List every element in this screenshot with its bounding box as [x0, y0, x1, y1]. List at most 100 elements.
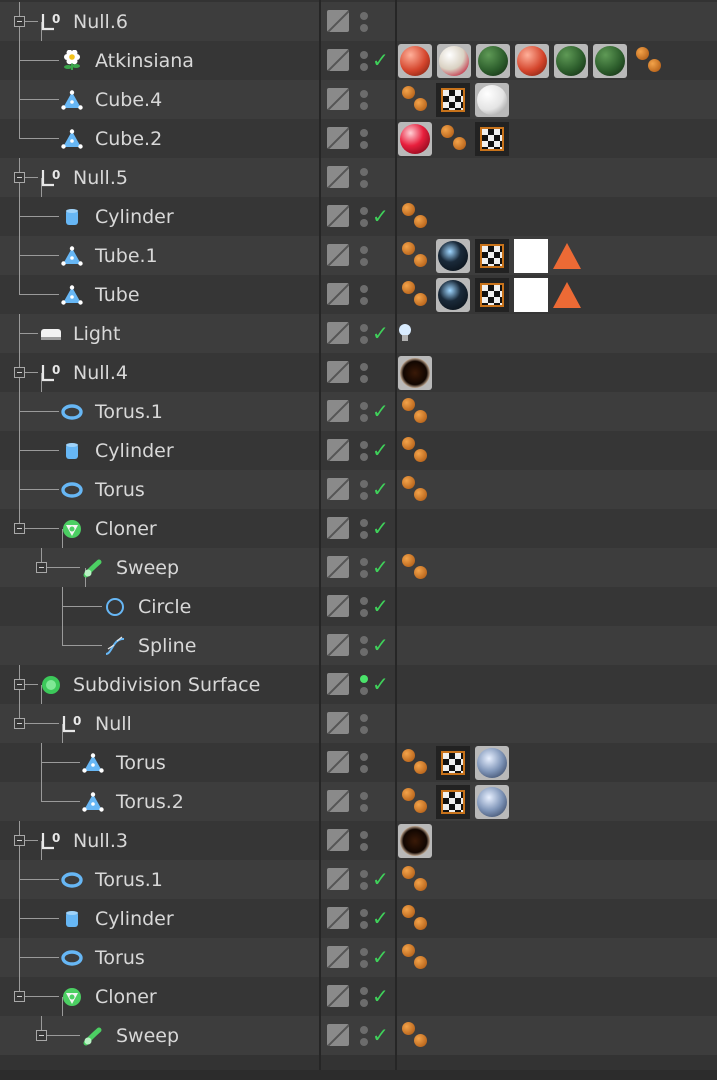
enabled-check-icon[interactable]: ✓: [372, 593, 389, 619]
editor-visibility-dot[interactable]: [360, 987, 368, 995]
enabled-check-icon[interactable]: ✓: [372, 320, 389, 346]
editor-visibility-dot[interactable]: [360, 753, 368, 761]
object-row[interactable]: 0 Null.5: [0, 158, 717, 197]
object-row[interactable]: Spline ✓: [0, 626, 717, 665]
render-visibility-dot[interactable]: [360, 687, 368, 695]
object-name[interactable]: Cylinder: [95, 908, 174, 930]
object-row[interactable]: Subdivision Surface ✓: [0, 665, 717, 704]
render-visibility-dot[interactable]: [360, 843, 368, 851]
object-name-cell[interactable]: 0 Null: [0, 704, 319, 743]
layer-icon[interactable]: [327, 868, 349, 890]
layer-icon[interactable]: [327, 166, 349, 188]
object-row[interactable]: Light ✓: [0, 314, 717, 353]
render-visibility-dot[interactable]: [360, 804, 368, 812]
layer-icon[interactable]: [327, 88, 349, 110]
object-name-cell[interactable]: Torus: [0, 938, 319, 977]
light-bulb-tag[interactable]: [398, 322, 412, 346]
white-material[interactable]: [514, 239, 548, 273]
editor-visibility-dot[interactable]: [360, 1026, 368, 1034]
render-visibility-dot[interactable]: [360, 492, 368, 500]
object-name-cell[interactable]: 0 Null.3: [0, 821, 319, 860]
object-name-cell[interactable]: Circle: [0, 587, 319, 626]
editor-visibility-dot[interactable]: [360, 285, 368, 293]
layer-icon[interactable]: [327, 712, 349, 734]
enabled-check-icon[interactable]: ✓: [372, 671, 389, 697]
object-row[interactable]: Torus.2: [0, 782, 717, 821]
triangle-tag[interactable]: [553, 243, 581, 269]
material-glossy-red-ball[interactable]: [398, 122, 432, 156]
collapse-toggle[interactable]: [14, 835, 25, 846]
material-white-ball[interactable]: [475, 83, 509, 117]
render-visibility-dot[interactable]: [360, 336, 368, 344]
object-name-cell[interactable]: 0 Null.5: [0, 158, 319, 197]
object-name[interactable]: Cube.4: [95, 89, 162, 111]
render-visibility-dot[interactable]: [360, 375, 368, 383]
collapse-toggle[interactable]: [36, 1030, 47, 1041]
checker-material[interactable]: [475, 239, 509, 273]
editor-visibility-dot[interactable]: [360, 168, 368, 176]
layer-icon[interactable]: [327, 556, 349, 578]
collapse-toggle[interactable]: [14, 523, 25, 534]
object-row[interactable]: Torus.1 ✓: [0, 392, 717, 431]
texture-tag[interactable]: [398, 278, 432, 312]
material-cream-ball[interactable]: [437, 44, 471, 78]
editor-visibility-dot[interactable]: [360, 597, 368, 605]
texture-tag[interactable]: [437, 122, 471, 156]
object-row[interactable]: Atkinsiana ✓: [0, 41, 717, 80]
object-row[interactable]: Torus ✓: [0, 470, 717, 509]
collapse-toggle[interactable]: [14, 16, 25, 27]
column-divider[interactable]: [395, 0, 397, 1080]
object-name[interactable]: Null.5: [73, 167, 128, 189]
column-divider[interactable]: [319, 0, 321, 1080]
texture-tag[interactable]: [398, 473, 432, 507]
editor-visibility-dot[interactable]: [360, 870, 368, 878]
texture-tag[interactable]: [398, 746, 432, 780]
material-dark-ball[interactable]: [436, 239, 470, 273]
texture-tag[interactable]: [398, 785, 432, 819]
collapse-toggle[interactable]: [14, 679, 25, 690]
object-row[interactable]: 0 Null.4: [0, 353, 717, 392]
object-name[interactable]: Tube.1: [95, 245, 158, 267]
object-row[interactable]: Cloner ✓: [0, 977, 717, 1016]
material-green-ball[interactable]: [554, 44, 588, 78]
editor-visibility-dot[interactable]: [360, 129, 368, 137]
layer-icon[interactable]: [327, 946, 349, 968]
object-name-cell[interactable]: Torus: [0, 743, 319, 782]
object-name-cell[interactable]: Cylinder: [0, 431, 319, 470]
texture-tag[interactable]: [398, 551, 432, 585]
object-row[interactable]: 0 Null: [0, 704, 717, 743]
layer-icon[interactable]: [327, 1024, 349, 1046]
object-name-cell[interactable]: Torus: [0, 470, 319, 509]
editor-visibility-dot[interactable]: [360, 558, 368, 566]
render-visibility-dot[interactable]: [360, 297, 368, 305]
layer-icon[interactable]: [327, 49, 349, 71]
material-red-ball[interactable]: [515, 44, 549, 78]
checker-material[interactable]: [436, 746, 470, 780]
texture-tag[interactable]: [398, 434, 432, 468]
object-name[interactable]: Cube.2: [95, 128, 162, 150]
object-name[interactable]: Torus.2: [116, 791, 184, 813]
layer-icon[interactable]: [327, 634, 349, 656]
layer-icon[interactable]: [327, 205, 349, 227]
object-name[interactable]: Torus: [95, 947, 145, 969]
object-row[interactable]: Cylinder ✓: [0, 431, 717, 470]
material-green-ball[interactable]: [476, 44, 510, 78]
object-row[interactable]: Cylinder ✓: [0, 899, 717, 938]
texture-tag[interactable]: [398, 395, 432, 429]
object-name[interactable]: Sweep: [116, 1025, 179, 1047]
object-name[interactable]: Cloner: [95, 518, 157, 540]
object-name-cell[interactable]: Light: [0, 314, 319, 353]
editor-visibility-dot[interactable]: [360, 948, 368, 956]
layer-icon[interactable]: [327, 244, 349, 266]
render-visibility-dot[interactable]: [360, 648, 368, 656]
collapse-toggle[interactable]: [14, 367, 25, 378]
layer-icon[interactable]: [327, 595, 349, 617]
editor-visibility-dot[interactable]: [360, 714, 368, 722]
object-name-cell[interactable]: Cloner: [0, 977, 319, 1016]
editor-visibility-dot[interactable]: [360, 792, 368, 800]
object-name[interactable]: Sweep: [116, 557, 179, 579]
render-visibility-dot[interactable]: [360, 63, 368, 71]
object-name[interactable]: Cylinder: [95, 206, 174, 228]
object-row[interactable]: Sweep ✓: [0, 548, 717, 587]
object-row[interactable]: Circle ✓: [0, 587, 717, 626]
